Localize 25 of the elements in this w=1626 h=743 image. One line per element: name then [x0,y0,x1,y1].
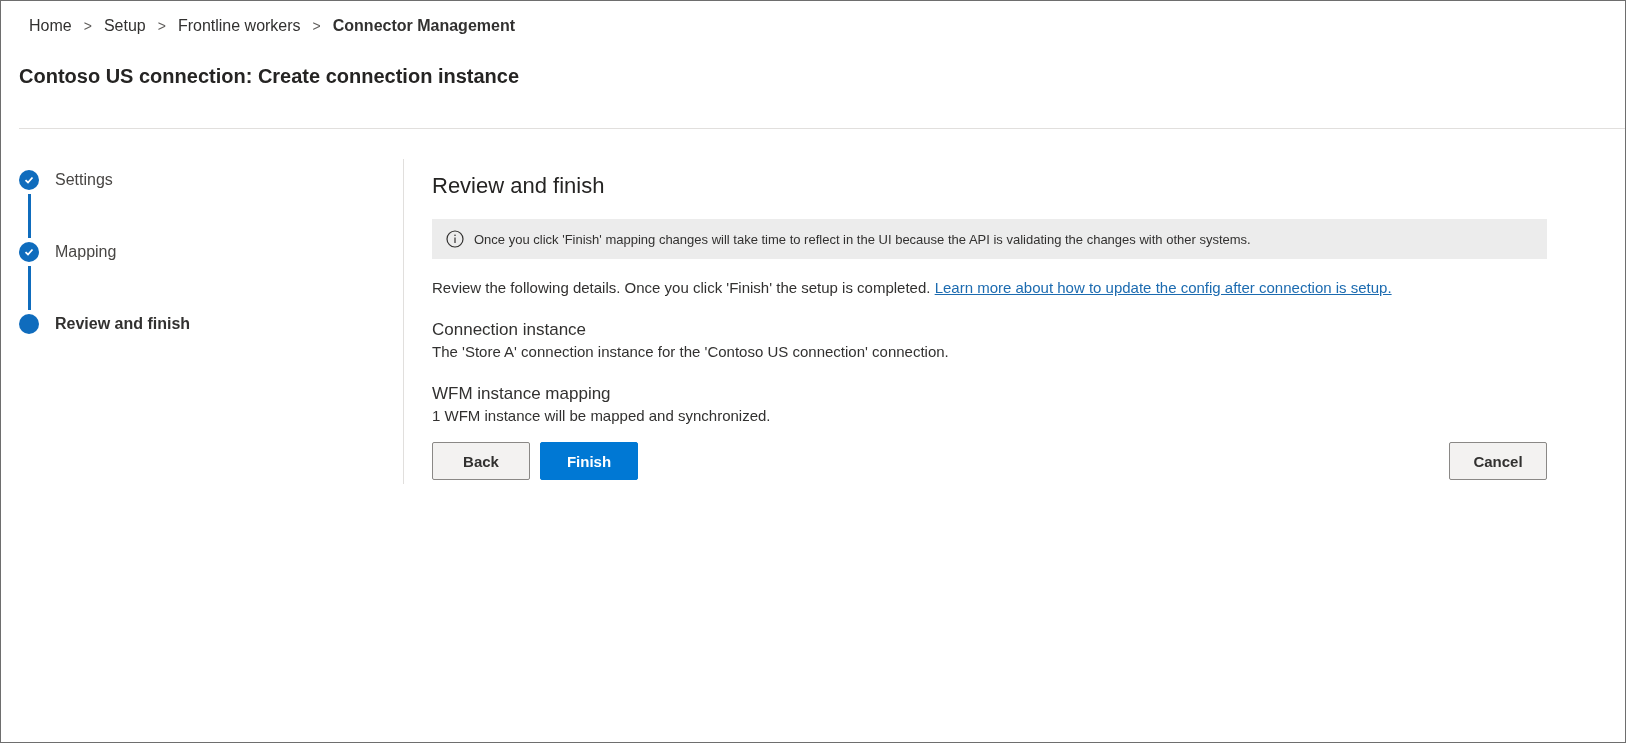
breadcrumb-link[interactable]: Frontline workers [177,17,301,35]
cancel-button[interactable]: Cancel [1449,442,1547,480]
info-text: Once you click 'Finish' mapping changes will take time to reflect in the UI because the API is validating the changes with other systems. [474,231,1251,247]
breadcrumb-link[interactable]: Setup [103,17,146,35]
detail-text: 1 WFM instance will be mapped and synchronized. [432,407,772,424]
learn-more-link[interactable]: Learn more about how to update the config after connection is setup. [934,279,1392,296]
section-heading: Review and finish [432,173,606,199]
primary-button[interactable]: Finish [540,442,638,480]
step-label[interactable]: Review and finish [55,315,191,333]
detail-heading: Connection instance [432,320,588,340]
step-connector [28,194,31,238]
breadcrumb-link[interactable]: Home [29,17,72,35]
step-connector [28,266,31,310]
back-button[interactable]: Back [432,442,530,480]
page-title: Contoso US connection: Create connection instance [19,65,521,88]
step-label[interactable]: Mapping [55,243,117,261]
intro-text: Review the following details. Once you click 'Finish' the setup is completed. Learn more about how to update the config after connection is setup. [432,279,1393,296]
detail-heading: WFM instance mapping [432,384,612,404]
chevron-separator: > [312,18,321,34]
step-label[interactable]: Settings [55,171,113,189]
detail-text: The 'Store A' connection instance for the 'Contoso US connection' connection. [432,343,950,360]
info-icon [446,230,464,248]
chevron-separator: > [157,18,166,34]
breadcrumb-link[interactable]: Connector Management [332,17,515,35]
chevron-separator: > [83,18,92,34]
